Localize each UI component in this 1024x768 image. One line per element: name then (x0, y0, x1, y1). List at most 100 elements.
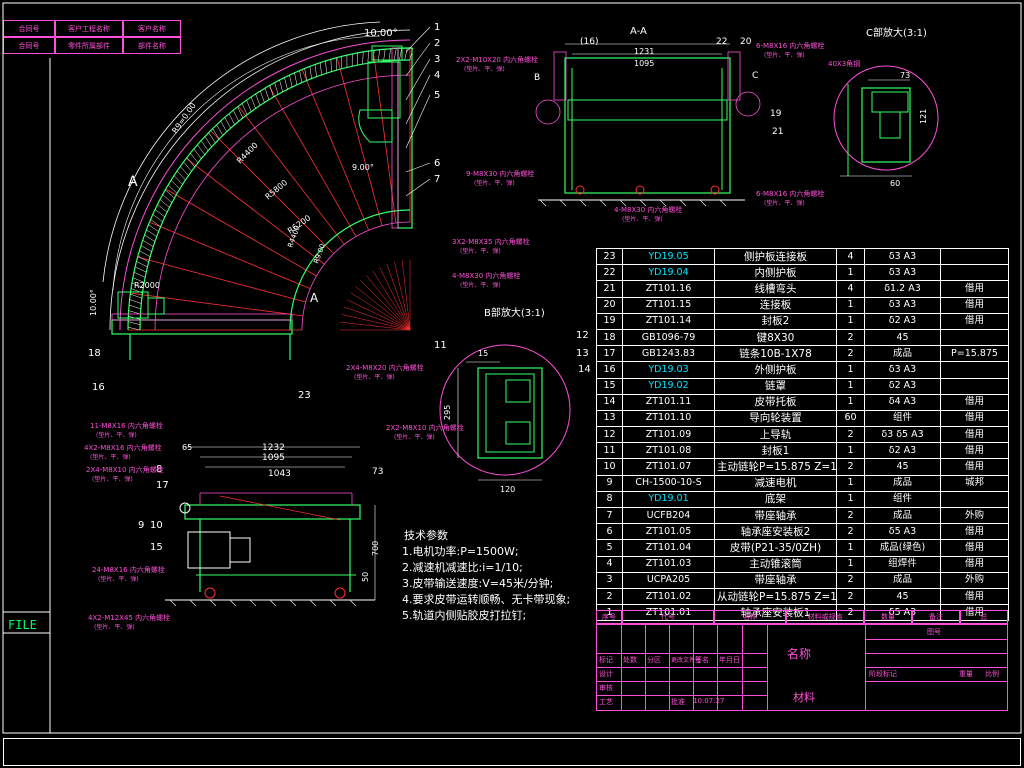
bom-row: 7 UCFB204 带座轴承 2 成品 外购 (596, 506, 1009, 525)
bom-row: 5 ZT101.04 皮带(P21-35/0ZH) 1 成品(绿色) 借用 (596, 539, 1009, 557)
bom-no: 19 (596, 312, 623, 330)
bom-table-wrap: 23 YD19.05 侧护板连接板 4 δ3 A3 22 YD19.04 内侧护板 1 δ3 A3… (596, 247, 1009, 622)
bom-row: 14 ZT101.11 皮带托板 1 δ4 A3 借用 (596, 393, 1009, 411)
bolt-note: 4-M8X30 内六角螺栓 (452, 271, 520, 280)
dimension-label: 73 (372, 467, 383, 477)
radial-line (186, 158, 325, 265)
bom-note: 借用 (940, 409, 1009, 428)
belt-hatch (399, 48, 402, 61)
bom-qty: 1 (836, 377, 865, 395)
bom-no: 9 (596, 474, 623, 492)
belt-hatch (250, 96, 256, 109)
bom-material: 成品(绿色) (864, 539, 941, 557)
belt-hatch (367, 51, 369, 64)
bom-no: 12 (596, 426, 623, 444)
section-mark-a: A (128, 174, 138, 190)
belt-hatch (152, 214, 163, 222)
bolt-note-sub: (垫片、平、弹) (460, 247, 501, 255)
dimension-label: 1095 (262, 453, 285, 463)
dimension-label: 60 (890, 179, 900, 188)
belt-hatch (137, 255, 149, 263)
bom-qty: 2 (836, 426, 865, 444)
callout-number: 14 (578, 364, 591, 375)
tb-material-label: 材料 (793, 691, 815, 704)
bom-code: ZT101.04 (622, 539, 715, 557)
tech-param-line: 5.轨道内侧贴胶皮打拉钉; (402, 609, 527, 622)
center-fan-line (366, 275, 411, 331)
bom-material: δ3 A3 (864, 247, 941, 266)
center-fan-line (355, 286, 411, 331)
belt-hatch (200, 140, 209, 151)
radial-line (301, 69, 370, 231)
bom-name: 主动锥滚筒 (714, 555, 837, 573)
title-block-body: 标记 处数 分区 更改文件号 签名 年月日 设计 审核 工艺 批准 10:07:… (596, 624, 1008, 711)
bom-no: 2 (596, 587, 623, 606)
belt-hatch (180, 166, 189, 176)
bom-qty: 2 (836, 506, 865, 525)
bom-row: 3 UCPA205 带座轴承 2 成品 外购 (596, 571, 1009, 589)
callout-number: 22 (716, 37, 727, 47)
belt-hatch (133, 271, 146, 278)
center-fan-line (341, 314, 411, 331)
bom-row: 4 ZT101.03 主动锥滚筒 1 组焊件 借用 (596, 555, 1009, 573)
bom-name: 轴承座安装板2 (714, 523, 837, 541)
dimension-label: 1232 (262, 443, 285, 453)
bom-code: ZT101.14 (622, 312, 715, 330)
belt-hatch (173, 175, 183, 185)
dimension-label: 1043 (268, 469, 291, 479)
bom-row: 2 ZT101.02 从动链轮P=15.875 Z=19 2 45 借用 (596, 587, 1009, 606)
bom-material: δ2 A3 (864, 442, 941, 460)
callout-number: 6 (434, 158, 440, 169)
dimension-label: R2000 (134, 281, 160, 290)
bom-row: 8 YD19.01 底架 1 组件 (596, 490, 1009, 509)
belt-hatch (393, 48, 397, 61)
title-block: 序号 代号 名称 材料或规格 数量 备注 总 标记 处数 分区 更改文件号 签名… (596, 610, 1008, 711)
detail-title: C部放大(3:1) (866, 26, 927, 39)
callout-number: 19 (770, 109, 782, 119)
bom-no: 18 (596, 328, 623, 347)
tb-drawing-no: 图号 (927, 628, 941, 636)
belt-hatch (279, 79, 283, 92)
bom-name: 导向轮装置 (714, 409, 837, 428)
belt-hatch (274, 82, 279, 95)
bom-note: 借用 (940, 312, 1009, 330)
belt-hatch (228, 113, 235, 125)
tb-name-label: 名称 (787, 647, 812, 661)
tb-field: 批准 (671, 698, 685, 706)
bom-no: 23 (596, 247, 623, 266)
belt-hatch (157, 204, 168, 213)
bom-qty: 4 (836, 280, 865, 298)
bom-qty: 60 (836, 409, 865, 428)
callout-number: 18 (88, 348, 101, 359)
callout-number: 10 (150, 520, 163, 531)
tb-field: 比例 (985, 670, 999, 678)
belt-hatch (220, 120, 227, 132)
dimension-label: 65 (182, 443, 192, 452)
bom-material: δ2 A3 (864, 377, 941, 395)
bom-row: 22 YD19.04 内侧护板 1 δ3 A3 (596, 264, 1009, 282)
callout-number: 20 (740, 37, 752, 47)
bolt-note: 2X2-M8X10 内六角螺栓 (386, 423, 464, 432)
bom-no: 22 (596, 264, 623, 282)
callout-number: 5 (434, 90, 440, 101)
belt-hatch (186, 157, 195, 168)
belt-hatch (128, 310, 141, 315)
bom-note (940, 361, 1009, 379)
bolt-note-sub: (垫片、平、弹) (764, 199, 805, 207)
detail-b-view (439, 344, 571, 481)
callout-number: 11 (434, 340, 447, 351)
bolt-note-sub: (垫片、平、弹) (98, 575, 139, 583)
tb-time: 10:07:27 (693, 697, 725, 705)
bom-row: 19 ZT101.14 封板2 1 δ2 A3 借用 (596, 312, 1009, 330)
center-fan-line (386, 263, 411, 331)
bom-qty: 2 (836, 345, 865, 363)
bom-qty: 1 (836, 393, 865, 411)
belt-hatch (284, 77, 288, 90)
bom-qty: 2 (836, 458, 865, 476)
belt-hatch (335, 57, 337, 71)
bom-name: 侧护板连接板 (714, 247, 837, 266)
bom-name: 链罩 (714, 377, 837, 395)
bom-row: 13 ZT101.10 导向轮装置 60 组件 借用 (596, 409, 1009, 428)
dimension-label: R4400 (235, 141, 260, 166)
tb-header-cell: 备注 (912, 610, 960, 624)
